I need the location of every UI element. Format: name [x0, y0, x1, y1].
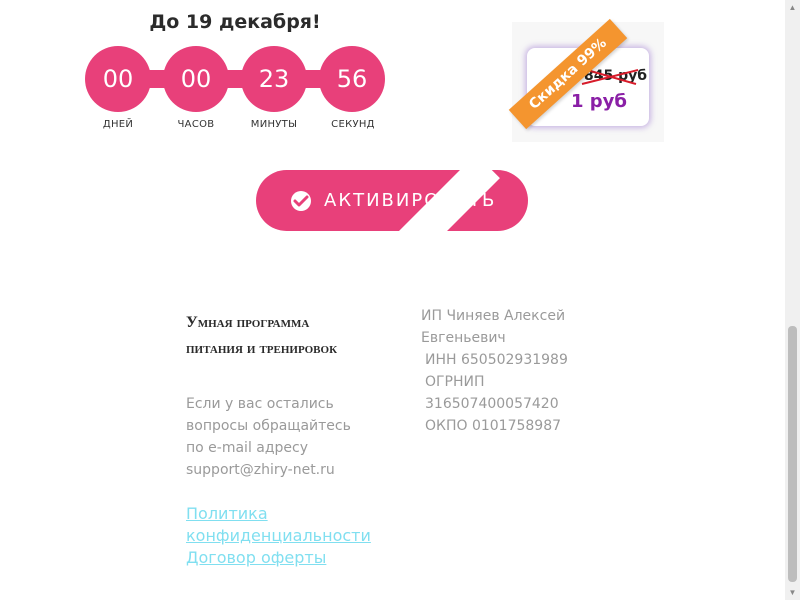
- seconds-label: СЕКУНД: [331, 119, 375, 130]
- offer-agreement-link[interactable]: Договор оферты: [186, 547, 386, 569]
- countdown-title: До 19 декабря!: [149, 11, 321, 33]
- days-value: 00: [85, 46, 151, 112]
- company-details: ИП Чиняев Алексей Евгеньевич ИНН 6505029…: [421, 305, 591, 437]
- company-ogrnip: 316507400057420: [425, 396, 559, 412]
- scrollbar-thumb[interactable]: [788, 326, 797, 582]
- minutes-label: МИНУТЫ: [250, 119, 298, 130]
- check-icon: [291, 191, 311, 211]
- activate-button[interactable]: АКТИВИРОВАТЬ: [256, 170, 528, 231]
- company-name: ИП Чиняев Алексей Евгеньевич: [421, 308, 566, 346]
- footer-contact-text: Если у вас остались вопросы обращайтесь …: [186, 396, 351, 478]
- hours-label: ЧАСОВ: [177, 119, 215, 130]
- vertical-scrollbar[interactable]: ▲ ▼: [785, 0, 800, 600]
- company-okpo: ОКПО 0101758987: [425, 418, 562, 434]
- footer-title: Умная программа питания и тренировок: [186, 314, 338, 357]
- days-label: ДНЕЙ: [102, 119, 134, 130]
- new-price: 1 руб: [571, 91, 627, 112]
- scroll-up-icon[interactable]: ▲: [785, 0, 800, 15]
- privacy-policy-link[interactable]: Политика конфиденциальности: [186, 503, 386, 547]
- hours-value: 00: [163, 46, 229, 112]
- minutes-value: 23: [241, 46, 307, 112]
- company-ogrnip-label: ОГРНИП: [425, 374, 485, 390]
- footer-links: Политика конфиденциальности Договор офер…: [186, 503, 386, 569]
- company-inn: ИНН 650502931989: [425, 352, 568, 368]
- seconds-value: 56: [319, 46, 385, 112]
- scroll-down-icon[interactable]: ▼: [785, 585, 800, 600]
